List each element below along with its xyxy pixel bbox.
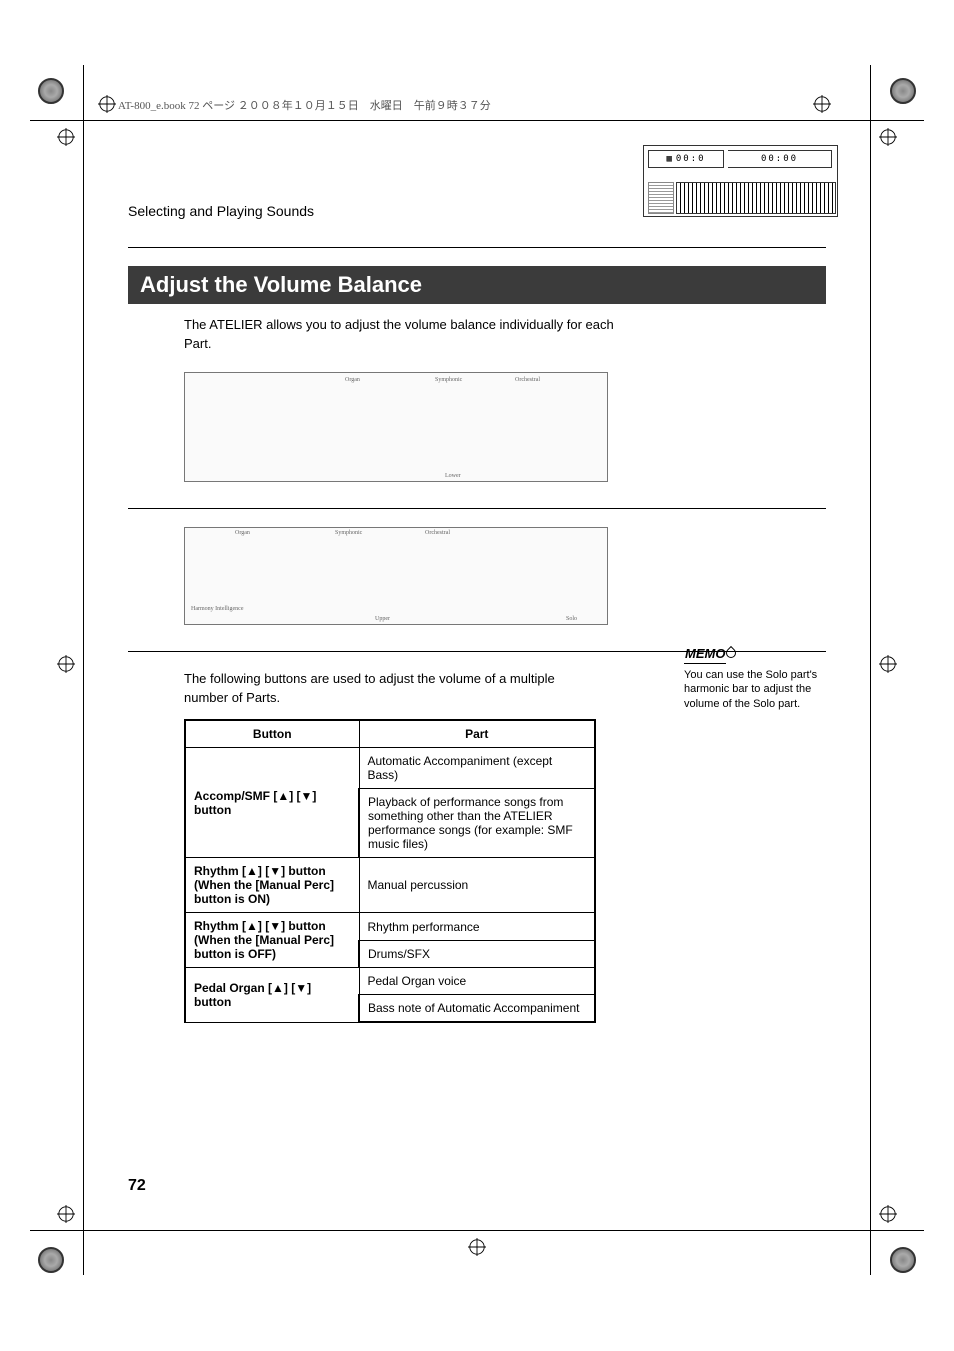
registration-mark-icon <box>57 128 75 146</box>
file-header-info: AT-800_e.book 72 ページ ２００８年１０月１５日 水曜日 午前９… <box>118 85 826 113</box>
registration-mark-icon <box>879 1205 897 1223</box>
table-header-button: Button <box>185 720 359 748</box>
crop-mark-icon <box>890 1247 916 1273</box>
fig-label: Orchestral <box>425 530 450 536</box>
registration-mark-icon <box>57 655 75 673</box>
table-cell-button: Rhythm [▲] [▼] button (When the [Manual … <box>185 858 359 913</box>
table-header-part: Part <box>359 720 595 748</box>
trim-line <box>870 65 871 1275</box>
fig-label: Solo <box>566 616 577 622</box>
table-cell-button: Pedal Organ [▲] [▼] button <box>185 968 359 1023</box>
memo-title: MEMO <box>684 645 726 664</box>
registration-mark-icon <box>57 1205 75 1223</box>
fig-label: Symphonic <box>335 530 362 536</box>
lcd-display-right: 00:00 <box>728 150 832 168</box>
button-part-table: Button Part Accomp/SMF [▲] [▼] button Au… <box>184 719 596 1023</box>
table-cell-part: Rhythm performance <box>359 913 595 941</box>
page-number: 72 <box>128 1177 146 1195</box>
keyboard-icon <box>676 182 836 214</box>
table-cell-part: Bass note of Automatic Accompaniment <box>359 995 595 1023</box>
table-cell-part: Pedal Organ voice <box>359 968 595 995</box>
fig-label: Lower <box>445 473 461 479</box>
volume-balance-figure-lower: Organ Symphonic Orchestral Lower <box>184 372 608 482</box>
memo-block: MEMO You can use the Solo part's harmoni… <box>684 645 834 712</box>
table-cell-part: Automatic Accompaniment (except Bass) <box>359 748 595 789</box>
fig-label: Organ <box>235 530 250 536</box>
table-cell-part: Playback of performance songs from somet… <box>359 789 595 858</box>
fig-label: Symphonic <box>435 377 462 383</box>
trim-line <box>83 65 84 1275</box>
crop-mark-icon <box>38 1247 64 1273</box>
registration-mark-icon <box>879 128 897 146</box>
table-cell-button: Rhythm [▲] [▼] button (When the [Manual … <box>185 913 359 968</box>
volume-balance-figure-upper: Organ Symphonic Orchestral Upper Solo Ha… <box>184 527 608 625</box>
crop-mark-icon <box>890 78 916 104</box>
memo-text: You can use the Solo part's harmonic bar… <box>684 668 834 713</box>
divider <box>128 508 826 509</box>
fig-label: Organ <box>345 377 360 383</box>
fig-label: Orchestral <box>515 377 540 383</box>
fig-label: Harmony Intelligence <box>191 606 243 612</box>
crop-mark-icon <box>38 78 64 104</box>
registration-mark-icon <box>98 95 116 113</box>
lcd-display-left: ▦00:0 <box>648 150 724 168</box>
table-cell-part: Manual percussion <box>359 858 595 913</box>
panel-illustration: ▦00:0 00:00 <box>643 145 838 217</box>
fig-label: Upper <box>375 616 390 622</box>
intro-text: The ATELIER allows you to adjust the vol… <box>184 316 626 354</box>
page-title: Adjust the Volume Balance <box>128 266 826 304</box>
table-cell-part: Drums/SFX <box>359 940 595 968</box>
registration-mark-icon <box>879 655 897 673</box>
table-cell-button: Accomp/SMF [▲] [▼] button <box>185 748 359 858</box>
divider <box>128 247 826 248</box>
panel-buttons-icon <box>648 182 674 214</box>
body-text: The following buttons are used to adjust… <box>184 670 600 708</box>
